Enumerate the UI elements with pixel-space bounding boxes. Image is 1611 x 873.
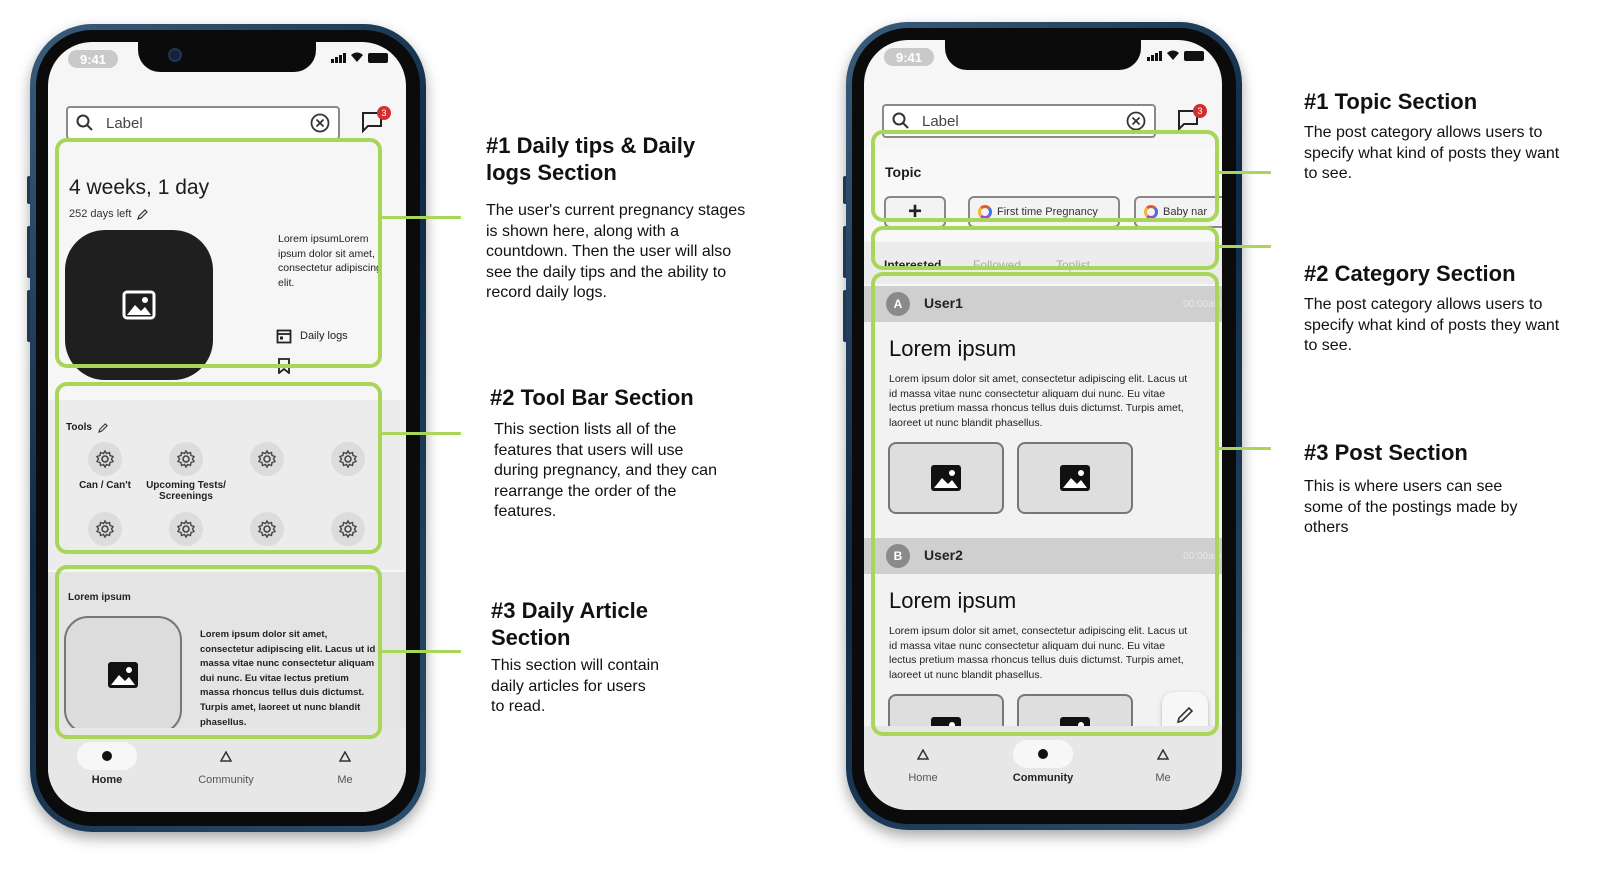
annotation-body: The post category allows users to specif… bbox=[1304, 296, 1560, 354]
home-dot-icon bbox=[102, 751, 112, 761]
connector-3 bbox=[382, 650, 461, 653]
search-icon bbox=[892, 112, 909, 129]
notch bbox=[138, 42, 316, 72]
annotation-body: This section lists all of the features t… bbox=[494, 421, 717, 520]
highlight-article bbox=[55, 565, 382, 739]
community-dot-icon bbox=[1038, 749, 1048, 759]
annotation-title: #3 Daily Article Section bbox=[491, 598, 648, 650]
annotation-body: The post category allows users to specif… bbox=[1304, 124, 1560, 182]
triangle-icon bbox=[220, 750, 232, 762]
nav-community-label: Community bbox=[1012, 772, 1074, 784]
annotation-title: #3 Post Section bbox=[1304, 440, 1468, 465]
nav-community-label: Community bbox=[198, 774, 254, 786]
status-time: 9:41 bbox=[68, 50, 118, 68]
annotation-body: The user's current pregnancy stages is s… bbox=[486, 202, 746, 301]
nav-home[interactable]: Home bbox=[72, 742, 142, 786]
annotation-body: This section will contain daily articles… bbox=[491, 657, 660, 715]
nav-me[interactable]: Me bbox=[1128, 740, 1198, 784]
signal-icon bbox=[331, 52, 346, 63]
highlight-daily-tips bbox=[55, 138, 382, 368]
messages-button[interactable]: 3 bbox=[360, 106, 391, 136]
clear-icon[interactable] bbox=[1126, 111, 1146, 131]
highlight-category bbox=[871, 226, 1219, 270]
highlight-tools bbox=[55, 382, 382, 554]
connector-posts bbox=[1219, 447, 1271, 450]
annotation-article: #3 Daily Article Section This section wi… bbox=[491, 597, 691, 718]
annotation-title: #2 Tool Bar Section bbox=[490, 385, 694, 410]
annotation-title: #2 Category Section bbox=[1304, 261, 1516, 286]
clear-icon[interactable] bbox=[310, 113, 330, 133]
wifi-icon bbox=[1167, 50, 1179, 60]
status-icons bbox=[331, 52, 388, 63]
nav-community[interactable]: Community bbox=[1008, 740, 1078, 784]
notification-badge: 3 bbox=[1193, 104, 1207, 118]
annotation-title: #1 Daily tips & Daily logs Section bbox=[486, 133, 696, 185]
nav-community[interactable]: Community bbox=[191, 742, 261, 786]
status-time: 9:41 bbox=[884, 48, 934, 66]
nav-me-label: Me bbox=[337, 774, 353, 786]
annotation-topic: #1 Topic Section The post category allow… bbox=[1304, 88, 1564, 185]
triangle-icon bbox=[917, 748, 929, 760]
triangle-icon bbox=[1157, 748, 1169, 760]
annotation-title: #1 Topic Section bbox=[1304, 89, 1478, 114]
annotation-posts: #3 Post Section This is where users can … bbox=[1304, 439, 1524, 539]
annotation-category: #2 Category Section The post category al… bbox=[1304, 260, 1564, 357]
search-icon bbox=[76, 114, 93, 131]
notification-badge: 3 bbox=[377, 106, 391, 120]
battery-icon bbox=[1184, 50, 1204, 61]
notch bbox=[945, 40, 1141, 70]
status-icons bbox=[1147, 50, 1204, 61]
connector-topic bbox=[1219, 171, 1271, 174]
nav-me[interactable]: Me bbox=[310, 742, 380, 786]
search-placeholder: Label bbox=[106, 114, 143, 132]
search-input[interactable]: Label bbox=[66, 106, 340, 140]
nav-home-label: Home bbox=[908, 772, 938, 784]
connector-category bbox=[1219, 245, 1271, 248]
nav-me-label: Me bbox=[1155, 772, 1171, 784]
annotation-tools: #2 Tool Bar Section This section lists a… bbox=[490, 384, 720, 523]
bottom-nav: Home Community Me bbox=[48, 728, 406, 812]
wifi-icon bbox=[351, 52, 363, 62]
bottom-nav: Home Community Me bbox=[864, 726, 1222, 810]
triangle-icon bbox=[339, 750, 351, 762]
battery-icon bbox=[368, 52, 388, 63]
highlight-topic bbox=[871, 130, 1219, 222]
signal-icon bbox=[1147, 50, 1162, 61]
camera-icon bbox=[168, 48, 182, 62]
highlight-posts bbox=[871, 272, 1219, 736]
connector-1 bbox=[382, 216, 461, 219]
nav-home-label: Home bbox=[91, 774, 123, 786]
annotation-body: This is where users can see some of the … bbox=[1304, 478, 1518, 536]
nav-home[interactable]: Home bbox=[888, 740, 958, 784]
search-placeholder: Label bbox=[922, 112, 959, 130]
connector-2 bbox=[382, 432, 461, 435]
annotation-daily-tips: #1 Daily tips & Daily logs Section The u… bbox=[486, 132, 746, 304]
